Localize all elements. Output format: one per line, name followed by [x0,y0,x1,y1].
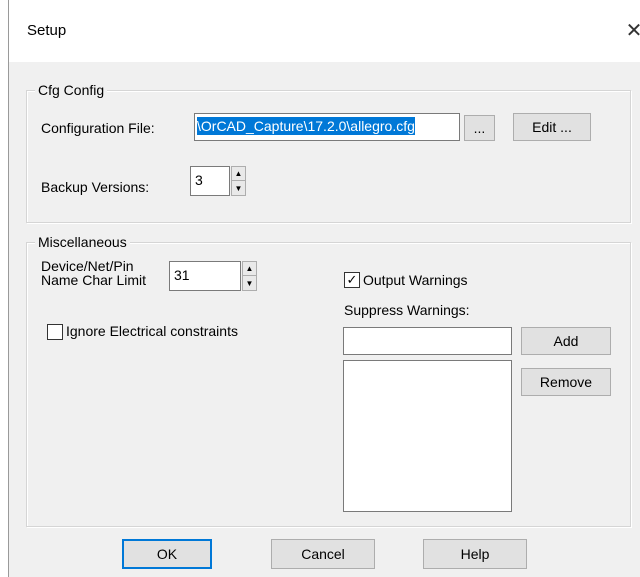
char-limit-value: 31 [174,267,190,283]
spin-down-icon[interactable]: ▼ [243,276,256,290]
dialog-client-area: Cfg Config Configuration File: \OrCAD_Ca… [9,62,640,577]
remove-button[interactable]: Remove [521,368,611,396]
miscellaneous-legend: Miscellaneous [35,234,130,250]
backup-versions-value: 3 [195,172,203,188]
browse-button[interactable]: ... [464,115,495,141]
suppress-warnings-input[interactable] [343,327,512,355]
add-button[interactable]: Add [521,327,611,355]
char-limit-input[interactable]: 31 [169,261,241,291]
window-title: Setup [27,22,67,39]
backup-versions-spinner[interactable]: ▲ ▼ [231,166,246,196]
output-warnings-checkbox[interactable]: ✓ [344,272,360,288]
ignore-constraints-checkbox[interactable] [47,324,63,340]
ok-button[interactable]: OK [122,539,212,569]
spin-down-icon[interactable]: ▼ [232,181,245,195]
config-file-label: Configuration File: [41,120,155,136]
cancel-button[interactable]: Cancel [271,539,375,569]
title-bar: Setup ✕ [9,0,640,62]
help-button[interactable]: Help [423,539,527,569]
cfg-config-group: Cfg Config [26,82,631,223]
edit-button[interactable]: Edit ... [513,113,591,141]
check-icon: ✓ [346,272,358,287]
backup-versions-label: Backup Versions: [41,179,150,195]
ignore-constraints-label[interactable]: Ignore Electrical constraints [66,323,238,339]
char-limit-label-line2: Name Char Limit [41,272,147,288]
backup-versions-input[interactable]: 3 [190,166,230,196]
config-file-input[interactable]: \OrCAD_Capture\17.2.0\allegro.cfg [194,113,460,141]
spin-up-icon[interactable]: ▲ [232,167,245,181]
config-file-value: \OrCAD_Capture\17.2.0\allegro.cfg [197,117,415,135]
suppress-warnings-label: Suppress Warnings: [344,302,470,318]
output-warnings-label[interactable]: Output Warnings [363,272,468,288]
spin-up-icon[interactable]: ▲ [243,262,256,276]
char-limit-label-line1: Device/Net/Pin [41,258,134,274]
char-limit-spinner[interactable]: ▲ ▼ [242,261,257,291]
cfg-config-legend: Cfg Config [35,82,108,98]
close-icon[interactable]: ✕ [621,18,640,44]
suppress-warnings-list[interactable] [343,360,512,512]
